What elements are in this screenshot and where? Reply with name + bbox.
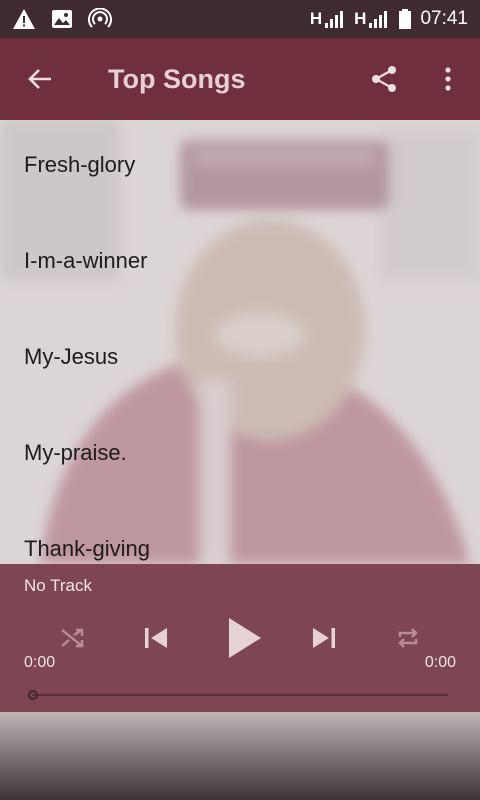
skip-next-icon bbox=[313, 628, 335, 648]
battery-icon bbox=[398, 8, 412, 30]
seek-thumb[interactable] bbox=[28, 690, 38, 700]
network-type-2: H bbox=[354, 9, 367, 28]
background-photo-bottom bbox=[0, 712, 480, 800]
seek-track bbox=[32, 694, 448, 696]
more-vert-icon bbox=[445, 67, 451, 91]
app-bar: Top Songs bbox=[0, 38, 480, 120]
music-player: No Track 0:00 0:00 bbox=[0, 564, 480, 712]
signal-1: H bbox=[310, 9, 346, 29]
clock: 07:41 bbox=[420, 8, 468, 29]
play-button[interactable] bbox=[218, 614, 270, 662]
image-icon bbox=[50, 8, 74, 30]
song-list: Fresh-glory I-m-a-winner My-Jesus My-pra… bbox=[0, 120, 480, 564]
hotspot-icon bbox=[88, 7, 112, 30]
song-list-area[interactable]: Fresh-glory I-m-a-winner My-Jesus My-pra… bbox=[0, 120, 480, 564]
more-options-button[interactable] bbox=[416, 38, 480, 120]
list-item[interactable]: Fresh-glory bbox=[0, 120, 480, 216]
back-button[interactable] bbox=[0, 38, 80, 120]
network-type-1: H bbox=[309, 9, 323, 28]
list-item[interactable]: My-Jesus bbox=[0, 312, 480, 408]
warning-icon bbox=[12, 8, 36, 30]
signal-icon bbox=[325, 11, 344, 28]
list-item[interactable]: My-praise. bbox=[0, 408, 480, 504]
share-button[interactable] bbox=[352, 38, 416, 120]
seek-bar[interactable] bbox=[28, 688, 448, 702]
repeat-icon bbox=[398, 628, 418, 648]
status-bar: H H 07:41 bbox=[0, 0, 480, 38]
elapsed-time: 0:00 bbox=[24, 654, 56, 671]
page-title: Top Songs bbox=[108, 63, 246, 94]
previous-button[interactable] bbox=[132, 614, 180, 662]
shuffle-icon bbox=[61, 628, 84, 648]
player-controls bbox=[0, 614, 480, 662]
share-icon bbox=[372, 66, 396, 92]
track-title: No Track bbox=[24, 576, 93, 595]
skip-previous-icon bbox=[145, 628, 167, 648]
total-time: 0:00 bbox=[424, 654, 456, 671]
signal-2: H bbox=[354, 9, 390, 29]
list-item[interactable]: Thank-giving bbox=[0, 504, 480, 564]
arrow-left-icon bbox=[28, 69, 51, 89]
play-icon bbox=[229, 618, 261, 658]
list-item[interactable]: I-m-a-winner bbox=[0, 216, 480, 312]
next-button[interactable] bbox=[300, 614, 348, 662]
signal-icon bbox=[369, 11, 388, 28]
shuffle-button[interactable] bbox=[48, 614, 96, 662]
